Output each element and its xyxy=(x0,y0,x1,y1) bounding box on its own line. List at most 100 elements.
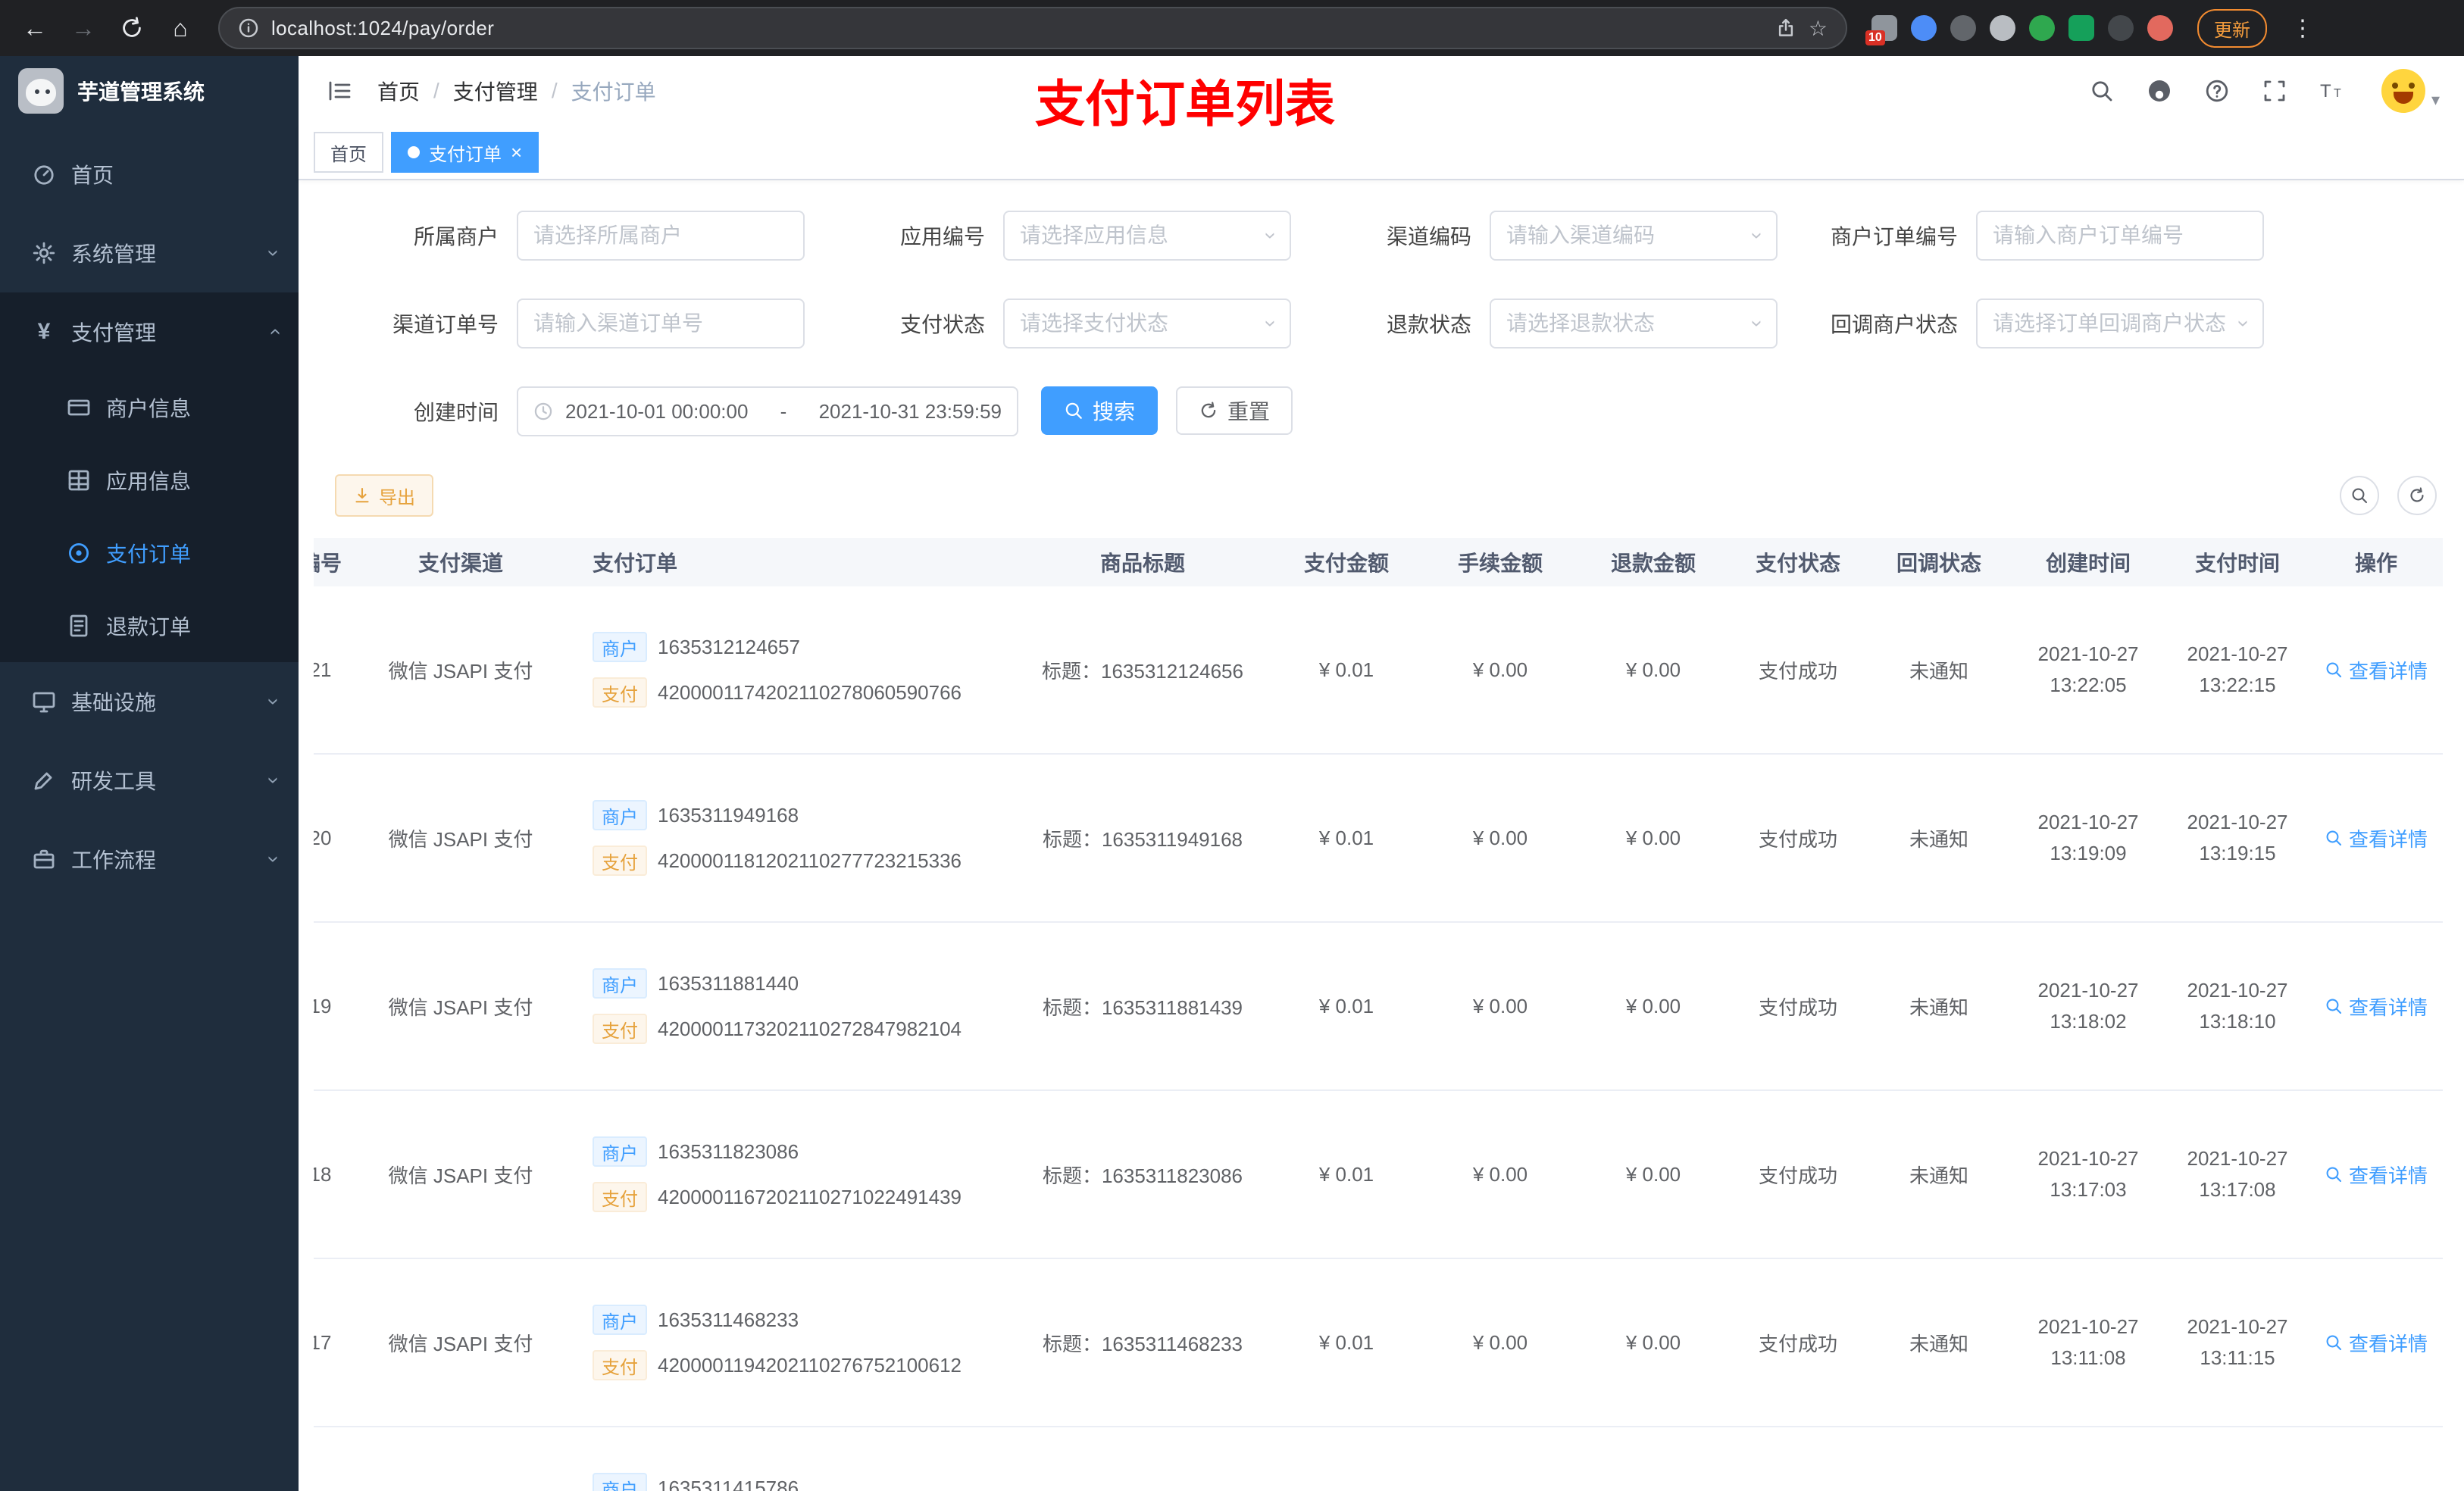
merchant-select[interactable] xyxy=(517,211,805,261)
sidebar-item-merchant-info[interactable]: 商户信息 xyxy=(0,371,299,444)
pay-tag: 支付 xyxy=(593,1182,647,1212)
github-icon xyxy=(2148,80,2170,102)
tab-pay-order[interactable]: 支付订单 × xyxy=(391,132,539,173)
create-time-range-picker[interactable]: 2021-10-01 00:00:00 - 2021-10-31 23:59:5… xyxy=(517,386,1018,436)
cell-pay-time: 2021-10-27 13:19:15 xyxy=(2187,810,2288,864)
cell-notify: 未通知 xyxy=(1909,1164,1968,1187)
browser-menu-button[interactable]: ⋮ xyxy=(2285,15,2320,42)
cell-id: 20 xyxy=(314,826,332,849)
extension-icon[interactable] xyxy=(2108,15,2134,41)
header-search-button[interactable] xyxy=(2087,77,2116,105)
export-button-label: 导出 xyxy=(379,487,415,508)
cell-fee: ¥ 0.00 xyxy=(1472,658,1528,681)
breadcrumb-home[interactable]: 首页 xyxy=(377,76,420,106)
font-size-button[interactable]: TT xyxy=(2318,77,2347,105)
pay-status-input[interactable] xyxy=(1020,311,1259,336)
view-detail-link[interactable]: 查看详情 xyxy=(2325,1161,2428,1189)
cell-action xyxy=(2308,1427,2443,1491)
merchant-order-no-field[interactable] xyxy=(1976,211,2264,261)
cell-status xyxy=(1728,1427,1868,1491)
view-detail-link[interactable]: 查看详情 xyxy=(2325,992,2428,1021)
notify-status-select[interactable]: › xyxy=(1976,299,2264,349)
col-amount: 支付金额 xyxy=(1303,552,1389,575)
browser-reload-button[interactable] xyxy=(112,8,152,48)
extension-icon[interactable] xyxy=(1990,15,2015,41)
avatar[interactable] xyxy=(2381,69,2425,113)
view-detail-link[interactable]: 查看详情 xyxy=(2325,656,2428,684)
filter-label: 支付状态 xyxy=(899,313,985,336)
refund-status-select[interactable]: › xyxy=(1490,299,1778,349)
cell-action: 查看详情 xyxy=(2308,586,2443,753)
cell-notify: 未通知 xyxy=(1909,996,1968,1019)
fullscreen-button[interactable] xyxy=(2260,77,2289,105)
app-id-input[interactable] xyxy=(1020,223,1259,248)
sidebar-item-payment[interactable]: ¥ 支付管理 › xyxy=(0,292,299,371)
extension-icon[interactable]: 10 xyxy=(1865,15,1897,45)
pay-status-select[interactable]: › xyxy=(1003,299,1291,349)
bookmark-star-icon[interactable]: ☆ xyxy=(1809,16,1828,41)
cell-order: 商户 1635311881440 支付 42000011732021102728… xyxy=(559,923,1014,1089)
view-detail-link[interactable]: 查看详情 xyxy=(2325,824,2428,852)
extension-icon[interactable] xyxy=(1911,15,1937,41)
sidebar-item-app-info[interactable]: 应用信息 xyxy=(0,444,299,517)
merchant-order-no: 1635311949168 xyxy=(658,803,799,827)
sidebar-item-label: 退款订单 xyxy=(106,615,192,639)
browser-home-button[interactable]: ⌂ xyxy=(161,8,200,48)
channel-code-input[interactable] xyxy=(1506,223,1745,248)
download-icon xyxy=(355,487,369,503)
annotation-title: 支付订单列表 xyxy=(1035,76,1335,132)
card-icon xyxy=(67,399,90,416)
address-bar[interactable]: localhost:1024/pay/order ☆ xyxy=(218,7,1847,49)
sidebar-item-infra[interactable]: 基础设施 › xyxy=(0,662,299,741)
tab-close-icon[interactable]: × xyxy=(511,142,522,162)
tab-label: 首页 xyxy=(330,144,367,165)
browser-back-button[interactable]: ← xyxy=(15,8,55,48)
briefcase-icon xyxy=(33,849,55,869)
toggle-search-button[interactable] xyxy=(2340,476,2379,515)
github-button[interactable] xyxy=(2145,77,2174,105)
channel-order-no-input[interactable] xyxy=(533,311,788,336)
sidebar-item-devtools[interactable]: 研发工具 › xyxy=(0,741,299,820)
extension-icon[interactable] xyxy=(2029,15,2055,41)
merchant-order-no-input[interactable] xyxy=(1993,223,2247,248)
sidebar-item-label: 研发工具 xyxy=(71,770,157,793)
channel-code-select[interactable]: › xyxy=(1490,211,1778,261)
app-id-select[interactable]: › xyxy=(1003,211,1291,261)
extension-icon[interactable] xyxy=(2068,15,2094,41)
cell-fee: ¥ 0.00 xyxy=(1472,1330,1528,1354)
site-info-icon[interactable] xyxy=(238,17,259,39)
view-detail-link[interactable]: 查看详情 xyxy=(2325,1329,2428,1357)
browser-update-button[interactable]: 更新 xyxy=(2197,8,2267,48)
sidebar-item-home[interactable]: 首页 xyxy=(0,135,299,214)
merchant-input[interactable] xyxy=(533,223,788,248)
sidebar-item-workflow[interactable]: 工作流程 › xyxy=(0,820,299,899)
help-button[interactable] xyxy=(2203,77,2231,105)
cell-fee: ¥ 0.00 xyxy=(1472,1162,1528,1186)
cell-pay-time: 2021-10-27 13:18:10 xyxy=(2187,978,2288,1033)
tab-home[interactable]: 首页 xyxy=(314,132,383,173)
extension-icon[interactable] xyxy=(1950,15,1976,41)
share-icon[interactable] xyxy=(1775,17,1796,39)
breadcrumb-payment[interactable]: 支付管理 xyxy=(453,76,538,106)
search-button[interactable]: 搜索 xyxy=(1041,386,1159,435)
search-icon xyxy=(2326,1167,2342,1183)
reset-button[interactable]: 重置 xyxy=(1176,386,1293,435)
cell-pay-time: 2021-10-27 13:22:15 xyxy=(2187,642,2288,696)
table-row: 微信 JSAPI 支付 商户 1635311415786 支付 xyxy=(314,1427,2443,1491)
refund-status-input[interactable] xyxy=(1506,311,1745,336)
sidebar-item-system[interactable]: 系统管理 › xyxy=(0,214,299,292)
extension-icon[interactable] xyxy=(2147,15,2173,41)
export-button[interactable]: 导出 xyxy=(335,474,433,517)
browser-forward-button[interactable]: → xyxy=(64,8,103,48)
sidebar-item-refund-order[interactable]: 退款订单 xyxy=(0,589,299,662)
sidebar-fold-button[interactable] xyxy=(323,74,356,108)
sidebar-item-pay-order[interactable]: 支付订单 xyxy=(0,517,299,589)
merchant-tag: 商户 xyxy=(593,800,647,830)
cell-order: 商户 1635311823086 支付 42000011672021102710… xyxy=(559,1091,1014,1258)
notify-status-input[interactable] xyxy=(1993,311,2231,336)
cell-notify: 未通知 xyxy=(1909,827,1968,851)
channel-order-no-field[interactable] xyxy=(517,299,805,349)
search-button-label: 搜索 xyxy=(1093,400,1136,424)
user-menu[interactable]: ▾ xyxy=(2381,69,2440,113)
refresh-table-button[interactable] xyxy=(2397,476,2437,515)
